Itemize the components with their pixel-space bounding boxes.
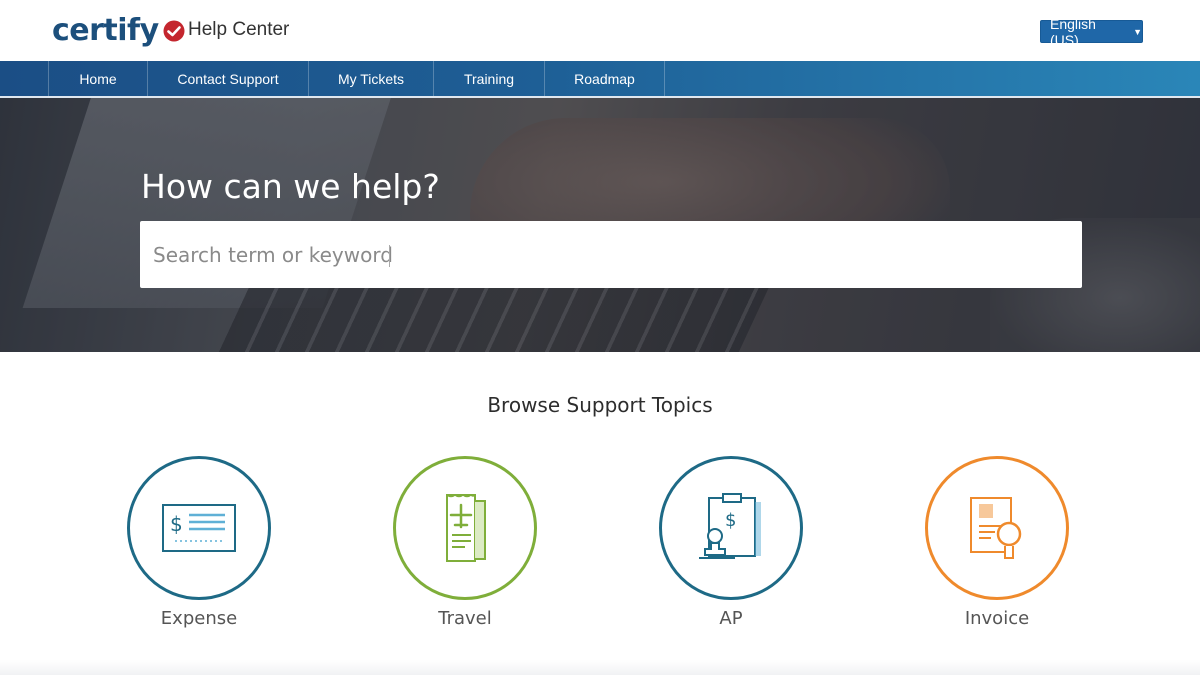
page-title: Help Center [188, 19, 290, 40]
topic-expense[interactable]: $ Expense [127, 456, 271, 629]
nav-item-label: Training [463, 70, 515, 87]
topic-ap[interactable]: $ AP [659, 456, 803, 629]
travel-ticket-icon [446, 494, 486, 562]
topic-circle[interactable] [393, 456, 537, 600]
text-cursor [389, 245, 390, 267]
nav-item-contact-support[interactable]: Contact Support [148, 61, 309, 96]
hero-banner: How can we help? [0, 98, 1200, 352]
topic-circle[interactable]: $ [659, 456, 803, 600]
search-input[interactable] [140, 221, 1082, 288]
topic-label: Invoice [964, 608, 1030, 629]
nav-item-roadmap[interactable]: Roadmap [545, 61, 665, 96]
nav-item-my-tickets[interactable]: My Tickets [309, 61, 434, 96]
topic-label: Expense [160, 608, 238, 629]
certify-logo[interactable]: certify [52, 10, 185, 50]
nav-item-label: My Tickets [337, 70, 405, 87]
topic-travel[interactable]: Travel [393, 456, 537, 629]
svg-text:$: $ [170, 512, 183, 536]
nav-item-home[interactable]: Home [49, 61, 148, 96]
nav-item-label: Contact Support [177, 70, 279, 87]
ap-stamp-icon: $ [699, 493, 761, 559]
topics-title: Browse Support Topics [487, 393, 713, 417]
nav-item-label: Roadmap [574, 70, 635, 87]
nav-item-label: Home [79, 70, 117, 87]
main-nav: Home Contact Support My Tickets Training… [0, 61, 1200, 98]
footer-divider [0, 660, 1200, 675]
topic-label: Travel [438, 608, 492, 629]
language-label: English (US) [1050, 15, 1096, 48]
chevron-down-icon: ▼ [1133, 26, 1142, 37]
topic-label: AP [719, 608, 743, 629]
nav-item-training[interactable]: Training [434, 61, 545, 96]
language-selector[interactable]: English (US) ▼ [1040, 16, 1143, 48]
hero-title: How can we help? [141, 167, 440, 206]
logo-text: certify [52, 12, 159, 48]
svg-text:$: $ [725, 510, 736, 531]
topic-circle[interactable] [925, 456, 1069, 600]
header: certify Help Center English (US) ▼ [0, 0, 1200, 61]
logo-check-icon [163, 20, 185, 42]
topic-circle[interactable]: $ [127, 456, 271, 600]
expense-check-icon: $ [162, 504, 236, 552]
topic-invoice[interactable]: Invoice [925, 456, 1069, 629]
invoice-magnifier-icon [970, 497, 1022, 559]
